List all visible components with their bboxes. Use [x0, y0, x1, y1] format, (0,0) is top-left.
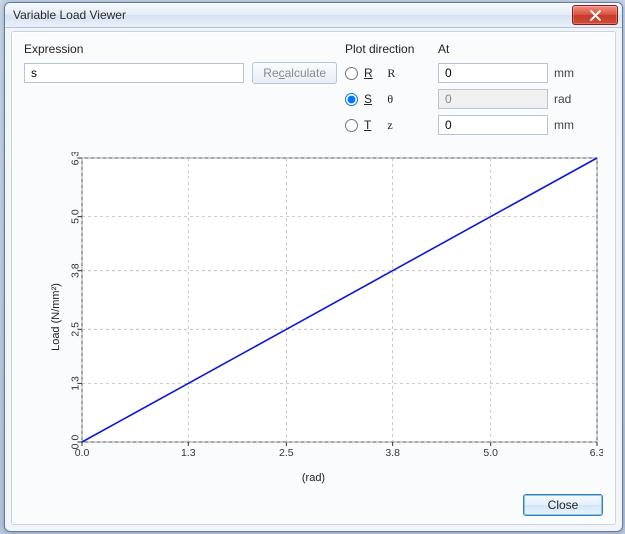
chart-plot-area: 0.01.32.53.85.06.30.01.32.53.85.06.3 — [54, 152, 603, 464]
svg-text:6.3: 6.3 — [70, 152, 82, 165]
close-button[interactable]: Close — [523, 494, 603, 516]
dialog-content: Expression Recalculate Plot direction R … — [11, 31, 616, 525]
plot-direction-label: Plot direction — [345, 42, 430, 60]
at-group: At mm rad mm — [438, 42, 603, 138]
at-input-s — [438, 89, 548, 109]
svg-text:3.8: 3.8 — [70, 263, 82, 278]
at-input-r[interactable] — [438, 63, 548, 83]
svg-text:2.5: 2.5 — [279, 447, 294, 459]
at-label: At — [438, 42, 603, 60]
plot-direction-mnemonic: S — [364, 92, 376, 106]
plot-direction-group: Plot direction R RS θT z — [345, 42, 430, 138]
svg-text:5.0: 5.0 — [483, 447, 498, 459]
svg-text:6.3: 6.3 — [590, 447, 603, 459]
svg-text:1.3: 1.3 — [181, 447, 196, 459]
plot-direction-symbol: θ — [387, 92, 393, 107]
at-unit-r: mm — [554, 66, 582, 80]
svg-text:0.0: 0.0 — [70, 435, 82, 450]
expression-label: Expression — [24, 42, 337, 60]
at-row-r: mm — [438, 60, 603, 86]
at-row-t: mm — [438, 112, 603, 138]
chart: Load (N/mm²) 0.01.32.53.85.06.30.01.32.5… — [24, 152, 603, 482]
recalculate-button[interactable]: Recalculate — [252, 62, 337, 84]
at-unit-t: mm — [554, 118, 582, 132]
dialog-footer: Close — [523, 494, 603, 516]
svg-text:2.5: 2.5 — [70, 322, 82, 337]
close-icon — [590, 10, 601, 21]
titlebar[interactable]: Variable Load Viewer — [5, 3, 622, 28]
svg-text:3.8: 3.8 — [385, 447, 400, 459]
plot-direction-radio-s[interactable] — [345, 93, 358, 106]
plot-direction-option-s[interactable]: S θ — [345, 86, 430, 112]
svg-text:5.0: 5.0 — [70, 209, 82, 224]
plot-direction-mnemonic: R — [364, 66, 376, 80]
plot-direction-symbol: z — [387, 118, 392, 133]
controls-row: Expression Recalculate Plot direction R … — [24, 42, 603, 138]
chart-x-axis-label: (rad) — [24, 472, 603, 484]
plot-direction-option-t[interactable]: T z — [345, 112, 430, 138]
dialog-window: Variable Load Viewer Expression Recalcul… — [4, 2, 623, 532]
expression-input[interactable] — [24, 63, 244, 83]
at-row-s: rad — [438, 86, 603, 112]
plot-direction-radio-r[interactable] — [345, 67, 358, 80]
plot-direction-option-r[interactable]: R R — [345, 60, 430, 86]
window-title: Variable Load Viewer — [13, 8, 572, 22]
plot-direction-symbol: R — [387, 66, 395, 81]
at-input-t[interactable] — [438, 115, 548, 135]
expression-group: Expression Recalculate — [24, 42, 337, 84]
at-unit-s: rad — [554, 92, 582, 106]
plot-direction-mnemonic: T — [364, 118, 376, 132]
plot-direction-radio-t[interactable] — [345, 119, 358, 132]
svg-text:1.3: 1.3 — [70, 376, 82, 391]
window-close-button[interactable] — [572, 5, 618, 25]
